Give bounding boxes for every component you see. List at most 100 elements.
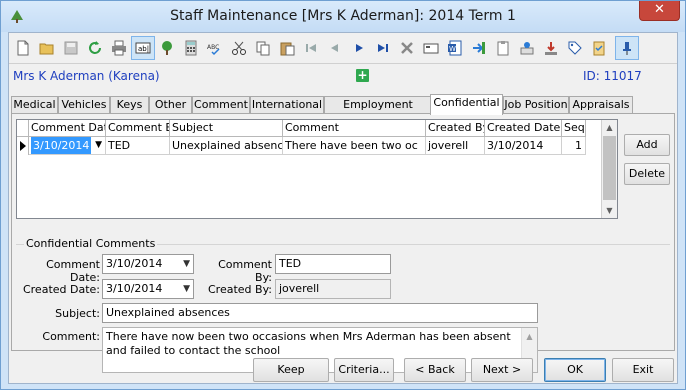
checklist-icon[interactable] [587,36,611,60]
pin-icon[interactable] [615,36,639,60]
grid-header: Comment Date Comment By Subject Comment … [17,120,602,137]
chevron-down-icon[interactable]: ▼ [183,255,190,273]
open-folder-icon[interactable] [35,36,59,60]
staff-name: Mrs K Aderman (Karena) [13,69,160,83]
scrollbar-thumb[interactable] [603,136,616,200]
chevron-down-icon[interactable]: ▼ [183,280,190,298]
client-area: ab| ABC W Mrs K Aderman (Karena) + ID: 1… [8,32,678,384]
cell-comment[interactable]: There have been two oc [283,137,426,155]
new-document-icon[interactable] [11,36,35,60]
criteria-button[interactable]: Criteria... [334,358,394,382]
created-date-combo[interactable]: 3/10/2014 ▼ [102,279,194,299]
group-title: Confidential Comments [24,237,158,250]
column-header-comment-date[interactable]: Comment Date [29,120,106,137]
first-record-icon[interactable] [299,36,323,60]
exit-button[interactable]: Exit [612,358,674,382]
tab-other[interactable]: Other [149,96,192,114]
previous-record-icon[interactable] [323,36,347,60]
grid-vertical-scrollbar[interactable]: ▲ ▼ [601,120,617,218]
created-date-value: 3/10/2014 [106,282,163,295]
tab-vehicles[interactable]: Vehicles [58,96,110,114]
current-row-indicator-icon [17,137,29,155]
column-header-subject[interactable]: Subject [170,120,283,137]
print-icon[interactable] [107,36,131,60]
tab-job-position[interactable]: Job Position [503,96,569,114]
cell-subject[interactable]: Unexplained absences [170,137,283,155]
ok-button[interactable]: OK [544,358,606,382]
clipboard-icon[interactable] [491,36,515,60]
cell-comment-date-value: 3/10/2014 [31,137,92,154]
refresh-icon[interactable] [83,36,107,60]
svg-text:W: W [449,45,456,53]
cell-created-date[interactable]: 3/10/2014 [485,137,562,155]
svg-text:ab|: ab| [138,45,149,53]
calculator-icon[interactable] [179,36,203,60]
comment-memo-text: There have now been two occasions when M… [106,330,511,357]
paste-icon[interactable] [275,36,299,60]
last-record-icon[interactable] [371,36,395,60]
scroll-down-icon[interactable]: ▼ [602,203,617,218]
tab-strip: Medical Vehicles Keys Other Comment Inte… [11,94,675,127]
delete-button[interactable]: Delete [624,163,670,185]
comments-grid[interactable]: Comment Date Comment By Subject Comment … [16,119,618,219]
save-icon[interactable] [59,36,83,60]
copy-icon[interactable] [251,36,275,60]
cut-icon[interactable] [227,36,251,60]
cell-created-by[interactable]: joverell [426,137,485,155]
tab-medical[interactable]: Medical [11,96,58,114]
comment-by-label: Comment By: [218,258,272,284]
column-header-comment[interactable]: Comment [283,120,426,137]
created-by-field: joverell [275,279,391,299]
title-bar[interactable]: Staff Maintenance [Mrs K Aderman]: 2014 … [1,1,685,32]
staff-header: Mrs K Aderman (Karena) + ID: 11017 [9,65,677,87]
add-button[interactable]: Add [624,134,670,156]
subject-label: Subject: [55,307,100,320]
created-date-label: Created Date: [22,283,100,296]
comment-date-value: 3/10/2014 [106,257,163,270]
keep-button[interactable]: Keep [253,358,329,382]
staff-maintenance-window: Staff Maintenance [Mrs K Aderman]: 2014 … [0,0,686,390]
comment-date-combo[interactable]: 3/10/2014 ▼ [102,254,194,274]
comment-by-field[interactable]: TED [275,254,391,274]
close-window-button[interactable]: ✕ [639,1,680,21]
scroll-up-icon[interactable]: ▲ [522,330,537,344]
chevron-down-icon[interactable]: ▼ [95,137,102,154]
tab-confidential[interactable]: Confidential [430,94,503,115]
tab-appraisals[interactable]: Appraisals [569,96,633,114]
column-header-seq[interactable]: Seq [562,120,586,137]
tab-keys[interactable]: Keys [110,96,149,114]
comment-date-label: Comment Date: [46,258,100,284]
text-field-icon[interactable]: ab| [131,36,155,60]
column-header-created-date[interactable]: Created Date [485,120,562,137]
download-icon[interactable] [539,36,563,60]
confidential-panel: Comment Date Comment By Subject Comment … [11,113,675,373]
delete-icon[interactable] [395,36,419,60]
created-by-label: Created By: [208,283,272,296]
word-document-icon[interactable]: W [443,36,467,60]
toolbar-separator [9,63,677,64]
table-row[interactable]: 3/10/2014 ▼ TED Unexplained absences The… [17,137,602,155]
cell-comment-by[interactable]: TED [106,137,170,155]
tree-icon[interactable] [155,36,179,60]
next-record-icon[interactable] [347,36,371,60]
tab-comment[interactable]: Comment [192,96,250,114]
export-icon[interactable] [467,36,491,60]
spellcheck-icon[interactable]: ABC [203,36,227,60]
tab-employment-history[interactable]: Employment History [324,96,432,127]
scroll-up-icon[interactable]: ▲ [602,120,617,135]
tag-icon[interactable] [563,36,587,60]
cell-comment-date[interactable]: 3/10/2014 ▼ [29,137,106,155]
cell-seq[interactable]: 1 [562,137,586,155]
tab-international[interactable]: International [250,96,324,114]
next-button[interactable]: Next > [471,358,533,382]
column-header-created-by[interactable]: Created By [426,120,485,137]
approve-icon[interactable] [515,36,539,60]
back-button[interactable]: < Back [404,358,466,382]
toolbar: ab| ABC W [9,33,677,63]
card-icon[interactable] [419,36,443,60]
subject-field[interactable]: Unexplained absences [102,303,538,323]
column-header-comment-by[interactable]: Comment By [106,120,170,137]
medical-plus-icon[interactable]: + [356,69,369,82]
comment-label: Comment: [42,330,100,343]
grid-header-indicator [17,120,29,137]
